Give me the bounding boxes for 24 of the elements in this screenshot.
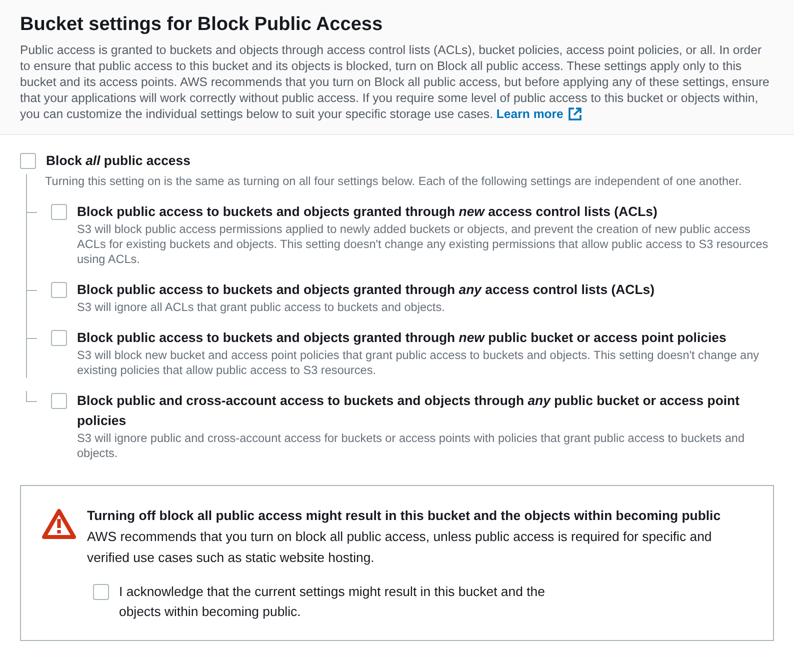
checkbox[interactable] xyxy=(51,393,67,409)
checkbox[interactable] xyxy=(51,282,67,298)
external-link-icon xyxy=(568,107,582,121)
setting-label: Block public access to buckets and objects granted through new public bucket or access point policies xyxy=(77,330,726,345)
section-title: Bucket settings for Block Public Access xyxy=(20,14,384,36)
setting-label: Block all public access xyxy=(46,152,190,170)
checkbox[interactable] xyxy=(20,153,36,169)
setting-label: Block public access to buckets and objects granted through new access control lists (ACLs) xyxy=(77,204,658,219)
warning-title: Turning off block all public access might result in this bucket and the objects within becoming public xyxy=(87,507,722,525)
learn-more-link[interactable]: Learn more xyxy=(496,106,582,122)
acknowledge-label: I acknowledge that the current settings might result in this bucket and the objects within becoming public. xyxy=(119,583,546,621)
checkbox[interactable] xyxy=(51,330,67,346)
warning-icon xyxy=(41,508,77,540)
setting-description: S3 will block new bucket and access point policies that grant public access to buckets and objects. This setting doesn't change any existing policies that allow public access to S3 resources. xyxy=(77,348,760,378)
setting-label: Block public access to buckets and objects granted through any access control lists (ACLs) xyxy=(77,282,654,297)
setting-description: S3 will block public access permissions applied to newly added buckets or objects, and prevent the creation of new public access ACLs for existing buckets and objects. This setting doesn't change any existing permissions that allow public access to S3 resources using ACLs. xyxy=(77,222,770,267)
setting-description: Turning this setting on is the same as turning on all four settings below. Each of the following settings are independent of one another. xyxy=(44,174,743,189)
checkbox[interactable] xyxy=(51,204,67,220)
section-description: Public access is granted to buckets and objects through access control lists (ACLs), bucket policies, access point policies, or all. In order to ensure that public access to this bucket and its objects is blocked, turn on Block all public access. These settings apply only to this bucket and its access points. AWS recommends that you turn on Block all public access, but before applying any of these settings, ensure that your applications will work correctly without public access. If you require some level of public access to this bucket or objects within, you can customize the individual settings below to suit your specific storage use cases. Learn more xyxy=(20,42,770,122)
setting-description: S3 will ignore all ACLs that grant public access to buckets and objects. xyxy=(77,300,446,315)
setting-description: S3 will ignore public and cross-account access for buckets or access points with policies that grant public access to buckets and objects. xyxy=(77,431,746,461)
warning-text: AWS recommends that you turn on block all public access, unless public access is required for specific and verified use cases such as static website hosting. xyxy=(87,528,713,567)
setting-label: Block public and cross-account access to buckets and objects through any public bucket or access point policies xyxy=(77,393,740,428)
checkbox[interactable] xyxy=(93,584,109,600)
